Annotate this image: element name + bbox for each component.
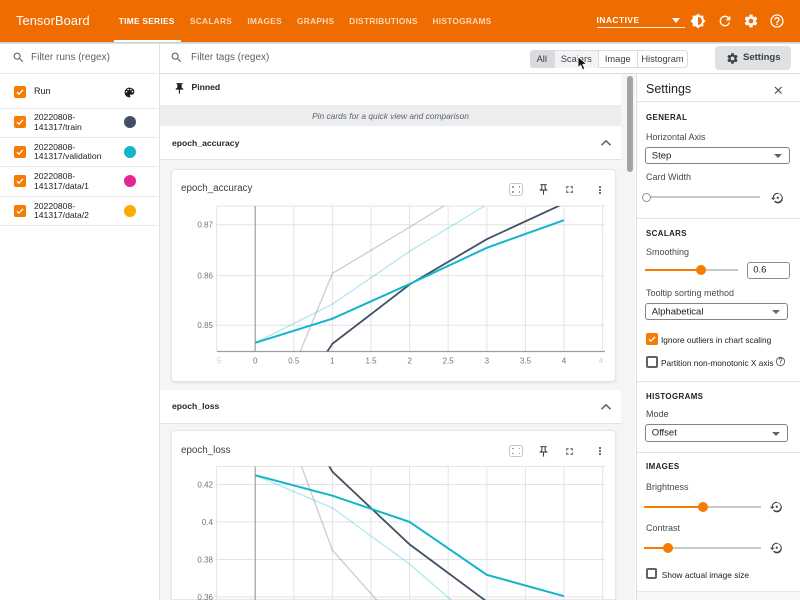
svg-text:2: 2: [407, 356, 412, 365]
svg-text:2.5: 2.5: [443, 356, 455, 365]
svg-text:0.5: 0.5: [288, 356, 300, 365]
svg-text:5: 5: [217, 356, 222, 365]
svg-text:4: 4: [599, 356, 604, 365]
svg-text:0.38: 0.38: [197, 556, 213, 565]
svg-text:1.5: 1.5: [365, 356, 377, 365]
svg-text:0.86: 0.86: [197, 271, 213, 280]
svg-text:4: 4: [562, 356, 567, 365]
svg-text:0.4: 0.4: [202, 518, 214, 527]
svg-text:0: 0: [253, 356, 258, 365]
svg-text:3.5: 3.5: [520, 356, 532, 365]
svg-text:0.42: 0.42: [197, 481, 213, 490]
svg-text:0.87: 0.87: [197, 220, 213, 229]
svg-text:0.85: 0.85: [197, 321, 213, 330]
svg-text:1: 1: [330, 356, 335, 365]
svg-text:3: 3: [485, 356, 490, 365]
svg-text:0.36: 0.36: [197, 593, 213, 600]
